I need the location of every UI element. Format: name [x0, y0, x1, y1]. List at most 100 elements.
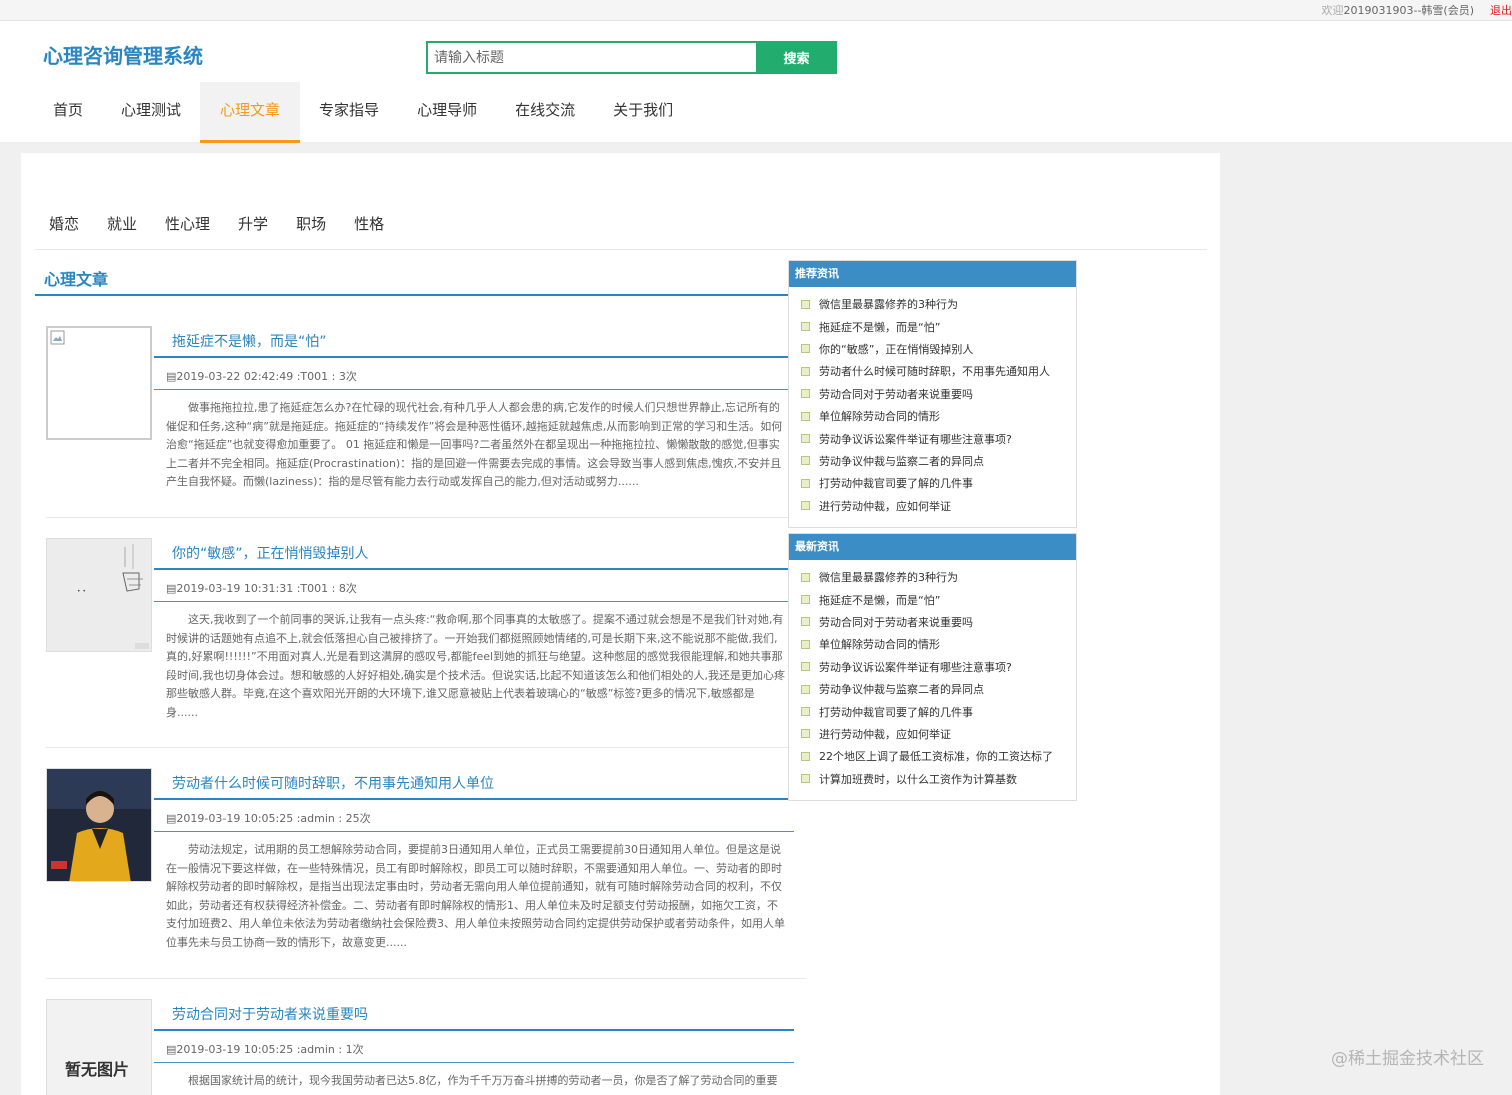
bullet-icon [801, 299, 810, 309]
category-personality[interactable]: 性格 [354, 213, 384, 234]
calendar-icon: ▤ [166, 812, 177, 825]
category-nav: 婚恋 就业 性心理 升学 职场 性格 [49, 213, 384, 234]
article-meta: ▤2019-03-19 10:05:25 :admin : 25次 [166, 812, 371, 825]
main-panel: 婚恋 就业 性心理 升学 职场 性格 心理文章 拖延症不是懒，而是“怕” ▤20… [21, 153, 1220, 1095]
header: 心理咨询管理系统 搜索 首页 心理测试 心理文章 专家指导 心理导师 在线交流 … [0, 21, 1512, 143]
nav-home[interactable]: 首页 [34, 82, 102, 143]
recommended-news-item[interactable]: 打劳动仲裁官司要了解的几件事 [801, 472, 1076, 494]
recommended-news-item[interactable]: 拖延症不是懒，而是“怕” [801, 315, 1076, 337]
bullet-icon [801, 478, 810, 488]
bullet-icon [801, 322, 810, 332]
article-separator [46, 747, 806, 748]
recommended-news-item[interactable]: 劳动者什么时候可随时辞职，不用事先通知用人 [801, 360, 1076, 382]
article-meta-underline [154, 831, 794, 832]
category-further-study[interactable]: 升学 [238, 213, 268, 234]
category-employment[interactable]: 就业 [107, 213, 137, 234]
calendar-icon: ▤ [166, 582, 177, 595]
latest-news-item[interactable]: 劳动争议诉讼案件举证有哪些注意事项? [801, 656, 1076, 678]
nav-psych-articles[interactable]: 心理文章 [200, 82, 301, 143]
recommended-news-item[interactable]: 劳动合同对于劳动者来说重要吗 [801, 383, 1076, 405]
latest-news-item[interactable]: 进行劳动仲裁，应如何举证 [801, 723, 1076, 745]
recommended-news-item[interactable]: 你的“敏感”，正在悄悄毁掉别人 [801, 338, 1076, 360]
bullet-icon [801, 344, 810, 354]
nav-online-chat[interactable]: 在线交流 [496, 82, 594, 143]
bullet-icon [801, 617, 810, 627]
search-bar: 搜索 [426, 41, 837, 74]
article-summary: 劳动法规定，试用期的员工想解除劳动合同，要提前3日通知用人单位，正式员工需要提前… [166, 843, 785, 949]
sketch-image[interactable]: • • [46, 538, 152, 652]
bullet-icon [801, 662, 810, 672]
article-meta: ▤2019-03-19 10:05:25 :admin : 1次 [166, 1043, 364, 1056]
bullet-icon [801, 707, 810, 717]
section-title-underline [35, 294, 788, 296]
recommended-news-item[interactable]: 劳动争议诉讼案件举证有哪些注意事项? [801, 427, 1076, 449]
nav-psych-test[interactable]: 心理测试 [102, 82, 200, 143]
bullet-icon [801, 751, 810, 761]
current-user: 2019031903--韩雪(会员) [1343, 4, 1474, 17]
bullet-icon [801, 595, 810, 605]
news-anchor-image[interactable] [46, 768, 152, 882]
latest-news-item[interactable]: 拖延症不是懒，而是“怕” [801, 588, 1076, 610]
calendar-icon: ▤ [166, 1043, 177, 1056]
article-summary: 这天,我收到了一个前同事的哭诉,让我有一点头疼:“救命啊,那个同事真的太敏感了。… [166, 613, 785, 719]
latest-news-item[interactable]: 单位解除劳动合同的情形 [801, 633, 1076, 655]
latest-news-item[interactable]: 劳动合同对于劳动者来说重要吗 [801, 611, 1076, 633]
recommended-news-item[interactable]: 进行劳动仲裁，应如何举证 [801, 495, 1076, 517]
article-summary: 根据国家统计局的统计，现今我国劳动者已达5.8亿，作为千千万万奋斗拼搏的劳动者一… [188, 1074, 778, 1087]
article-meta-underline [154, 1062, 794, 1063]
article-title[interactable]: 拖延症不是懒，而是“怕” [172, 331, 327, 351]
welcome-text: 欢迎2019031903--韩雪(会员) [1321, 4, 1474, 17]
broken-image-icon-glyph [50, 330, 65, 345]
site-logo[interactable]: 心理咨询管理系统 [43, 40, 203, 69]
bullet-icon [801, 729, 810, 739]
article-title[interactable]: 劳动合同对于劳动者来说重要吗 [172, 1004, 368, 1024]
bullet-icon [801, 366, 810, 376]
latest-news-item[interactable]: 打劳动仲裁官司要了解的几件事 [801, 700, 1076, 722]
article-meta: ▤2019-03-22 02:42:49 :T001 : 3次 [166, 370, 357, 383]
recommended-news-title: 推荐资讯 [789, 261, 1076, 287]
article-summary: 做事拖拖拉拉,患了拖延症怎么办?在忙碌的现代社会,有种几乎人人都会患的病,它发作… [166, 401, 783, 489]
article-separator [46, 517, 806, 518]
divider [35, 249, 1207, 250]
bullet-icon [801, 639, 810, 649]
nav-expert-guidance[interactable]: 专家指导 [300, 82, 398, 143]
watermark: @稀土掘金技术社区 [1331, 1049, 1484, 1069]
article-title-underline [154, 798, 794, 800]
nav-mentors[interactable]: 心理导师 [398, 82, 496, 143]
category-sexual-psych[interactable]: 性心理 [165, 213, 210, 234]
recommended-news-item[interactable]: 微信里最暴露修养的3种行为 [801, 293, 1076, 315]
search-button[interactable]: 搜索 [756, 41, 837, 74]
article-title-underline [154, 1029, 794, 1031]
calendar-icon: ▤ [166, 370, 177, 383]
category-marriage[interactable]: 婚恋 [49, 213, 79, 234]
latest-news-item[interactable]: 22个地区上调了最低工资标准，你的工资达标了 [801, 745, 1076, 767]
logout-link[interactable]: 退出 [1490, 2, 1512, 18]
top-bar: 欢迎2019031903--韩雪(会员) 退出 [0, 0, 1512, 21]
broken-image-icon[interactable] [46, 326, 152, 440]
latest-news-box: 最新资讯 微信里最暴露修养的3种行为 拖延症不是懒，而是“怕” 劳动合同对于劳动… [788, 533, 1077, 801]
recommended-news-item[interactable]: 劳动争议仲裁与监察二者的异同点 [801, 450, 1076, 472]
article-separator [46, 978, 806, 979]
bullet-icon [801, 456, 810, 466]
category-workplace[interactable]: 职场 [296, 213, 326, 234]
bullet-icon [801, 501, 810, 511]
latest-news-item[interactable]: 计算加班费时，以什么工资作为计算基数 [801, 768, 1076, 790]
section-title: 心理文章 [44, 270, 109, 289]
latest-news-item[interactable]: 微信里最暴露修养的3种行为 [801, 566, 1076, 588]
article-title[interactable]: 劳动者什么时候可随时辞职，不用事先通知用人单位 [172, 773, 494, 793]
article-title-underline [154, 356, 794, 358]
bullet-icon [801, 774, 810, 784]
no-image-placeholder[interactable]: 暂无图片 [46, 999, 152, 1095]
latest-news-title: 最新资讯 [789, 534, 1076, 560]
bullet-icon [801, 572, 810, 582]
article-title[interactable]: 你的“敏感”，正在悄悄毁掉别人 [172, 543, 369, 563]
search-input[interactable] [426, 41, 756, 74]
bullet-icon [801, 389, 810, 399]
latest-news-item[interactable]: 劳动争议仲裁与监察二者的异同点 [801, 678, 1076, 700]
nav-about-us[interactable]: 关于我们 [594, 82, 692, 143]
article-meta: ▤2019-03-19 10:31:31 :T001 : 8次 [166, 582, 357, 595]
recommended-news-item[interactable]: 单位解除劳动合同的情形 [801, 405, 1076, 427]
news-anchor-illustration [47, 769, 151, 881]
no-image-text: 暂无图片 [65, 1060, 130, 1079]
main-nav: 首页 心理测试 心理文章 专家指导 心理导师 在线交流 关于我们 [34, 82, 692, 143]
